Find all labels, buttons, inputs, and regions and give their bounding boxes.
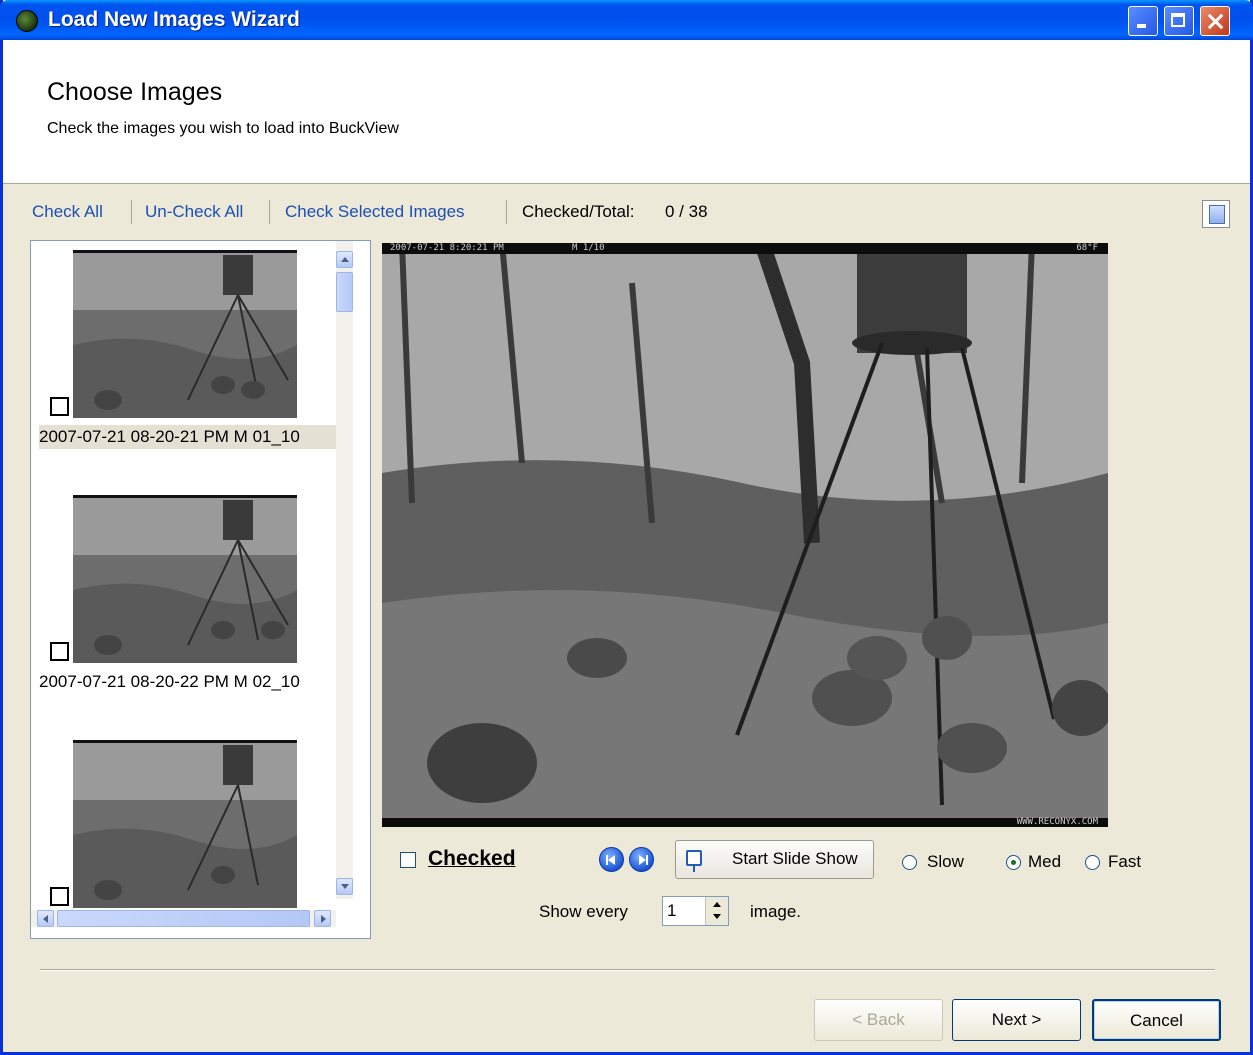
horizontal-scrollbar[interactable] xyxy=(31,910,336,927)
slideshow-label: Start Slide Show xyxy=(732,849,858,868)
close-button[interactable] xyxy=(1200,6,1230,36)
thumbnail-image[interactable] xyxy=(73,495,297,663)
thumbnail-checkbox[interactable] xyxy=(50,397,69,416)
stamp-frame: M 1/10 xyxy=(572,243,605,253)
toolbar-separator xyxy=(131,200,132,224)
page-title: Choose Images xyxy=(47,78,223,106)
show-every-suffix: image. xyxy=(750,902,802,921)
thumbnail-checkbox[interactable] xyxy=(50,642,69,661)
scroll-thumb-horizontal[interactable] xyxy=(57,910,310,927)
image-preview: 2007-07-21 8:20:21 PM M 1/10 68°F WWW.RE… xyxy=(382,243,1108,827)
image-stamp-bottom: WWW.RECONYX.COM xyxy=(382,817,1108,827)
next-image-button[interactable] xyxy=(629,847,654,872)
show-every-stepper[interactable]: 1 xyxy=(662,896,729,926)
start-slideshow-button[interactable]: Start Slide Show xyxy=(675,840,874,879)
scroll-thumb[interactable] xyxy=(336,272,353,312)
speed-slow-label[interactable]: Slow xyxy=(927,852,964,872)
speed-med-label[interactable]: Med xyxy=(1028,852,1061,872)
minimize-button[interactable] xyxy=(1128,6,1158,36)
toolbar: Check All Un-Check All Check Selected Im… xyxy=(3,195,1250,231)
thumbnail-image[interactable] xyxy=(73,740,297,908)
checked-label[interactable]: Checked xyxy=(428,847,516,871)
thumbnail-caption: 2007-07-21 08-20-21 PM M 01_10 xyxy=(39,425,337,449)
footer-divider xyxy=(40,969,1215,971)
checked-total-label: Checked/Total: xyxy=(522,202,635,221)
check-all-link[interactable]: Check All xyxy=(32,202,103,222)
scroll-left-button[interactable] xyxy=(37,910,54,927)
next-button[interactable]: Next > xyxy=(952,999,1081,1041)
view-layout-icon[interactable] xyxy=(1202,200,1230,228)
back-button[interactable]: < Back xyxy=(814,999,943,1041)
wizard-window: Load New Images Wizard Choose Images Che… xyxy=(0,0,1253,1055)
show-every-label: Show every xyxy=(539,902,628,921)
thumbnail-list[interactable]: 2007-07-21 08-20-21 PM M 01_10 2007-07-2… xyxy=(30,240,371,939)
page-subtitle: Check the images you wish to load into B… xyxy=(47,120,399,137)
window-title: Load New Images Wizard xyxy=(48,8,300,31)
wizard-header: Choose Images Check the images you wish … xyxy=(3,40,1250,184)
toolbar-separator xyxy=(506,200,507,224)
app-icon xyxy=(16,10,38,32)
uncheck-all-link[interactable]: Un-Check All xyxy=(145,202,243,222)
stepper-buttons[interactable] xyxy=(705,897,728,925)
speed-med-radio[interactable] xyxy=(1006,855,1021,870)
vertical-scrollbar[interactable] xyxy=(336,241,353,899)
slideshow-icon xyxy=(686,850,702,872)
thumbnail-image[interactable] xyxy=(73,250,297,418)
title-bar[interactable]: Load New Images Wizard xyxy=(0,0,1253,40)
speed-fast-radio[interactable] xyxy=(1085,855,1100,870)
stamp-site: WWW.RECONYX.COM xyxy=(1016,817,1098,827)
thumbnail-caption: 2007-07-21 08-20-22 PM M 02_10 xyxy=(39,672,300,691)
previous-image-button[interactable] xyxy=(599,847,624,872)
checked-total-value: 0 / 38 xyxy=(665,202,708,221)
speed-fast-label[interactable]: Fast xyxy=(1108,852,1141,872)
scroll-up-button[interactable] xyxy=(336,251,353,268)
show-every-value[interactable]: 1 xyxy=(667,901,676,921)
maximize-button[interactable] xyxy=(1164,6,1194,36)
scroll-down-button[interactable] xyxy=(336,878,353,895)
scroll-right-button[interactable] xyxy=(314,910,331,927)
check-selected-link[interactable]: Check Selected Images xyxy=(285,202,465,222)
stamp-temp: 68°F xyxy=(1076,243,1098,253)
thumbnail-checkbox[interactable] xyxy=(50,887,69,906)
toolbar-separator xyxy=(269,200,270,224)
speed-slow-radio[interactable] xyxy=(902,855,917,870)
panel-splitter[interactable] xyxy=(372,240,378,939)
cancel-button[interactable]: Cancel xyxy=(1092,999,1221,1041)
stamp-date: 2007-07-21 8:20:21 PM xyxy=(390,243,504,253)
image-stamp-top: 2007-07-21 8:20:21 PM M 1/10 68°F xyxy=(382,243,1108,254)
checked-checkbox[interactable] xyxy=(400,852,416,868)
